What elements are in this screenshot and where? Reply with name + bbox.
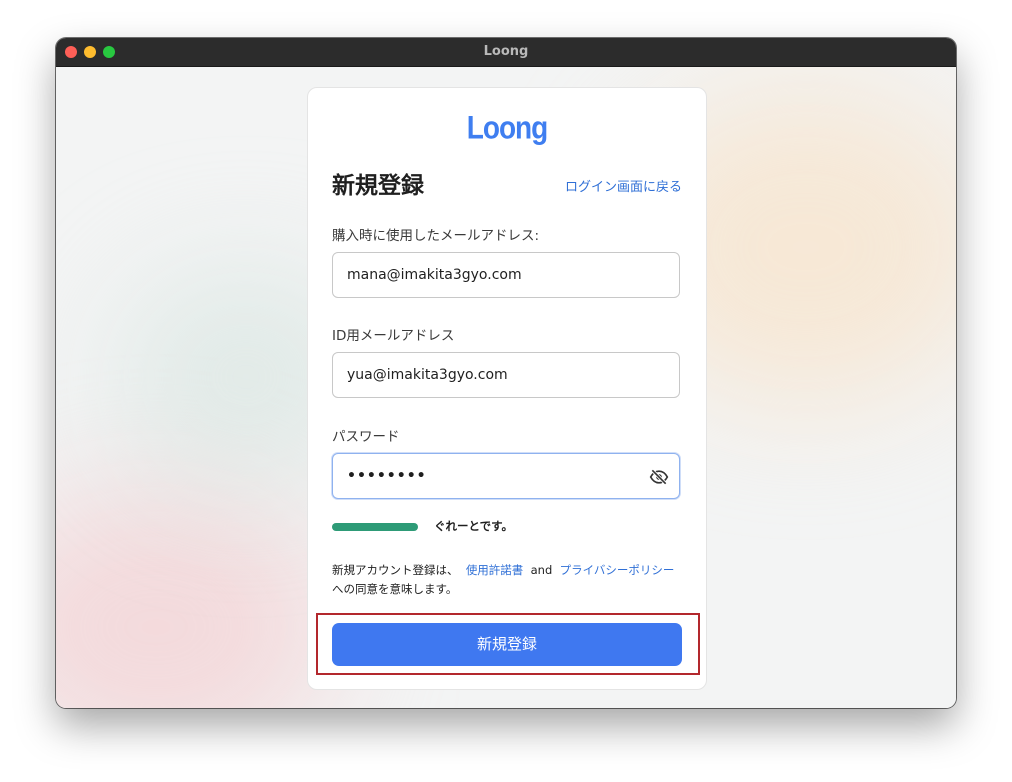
id-email-label: ID用メールアドレス <box>332 328 455 344</box>
title-bar: Loong <box>56 38 956 67</box>
password-field[interactable]: •••••••• <box>332 453 680 499</box>
privacy-policy-link[interactable]: プライバシーポリシー <box>560 563 675 577</box>
purchase-email-label: 購入時に使用したメールアドレス: <box>332 228 540 244</box>
password-strength-bar <box>332 523 418 531</box>
app-window: Loong Loong 新規登録 ログイン画面に戻る 購入時に使用したメールアド… <box>56 38 956 708</box>
terms-conjunction: and <box>530 563 553 577</box>
page-title: 新規登録 <box>332 173 424 199</box>
loong-logo: Loong <box>466 109 549 146</box>
purchase-email-field[interactable]: mana@imakita3gyo.com <box>332 252 680 298</box>
background-glow <box>56 487 336 708</box>
signup-submit-button[interactable]: 新規登録 <box>332 623 682 666</box>
password-label: パスワード <box>332 429 400 445</box>
password-masked-value: •••••••• <box>347 468 427 484</box>
signup-card: Loong 新規登録 ログイン画面に戻る 購入時に使用したメールアドレス: ma… <box>307 87 707 690</box>
terms-prefix: 新規アカウント登録は、 <box>332 563 459 577</box>
back-to-login-link[interactable]: ログイン画面に戻る <box>565 176 682 195</box>
terms-notice: 新規アカウント登録は、 使用許諾書 and プライバシーポリシー への同意を意味… <box>332 561 686 599</box>
app-content: Loong 新規登録 ログイン画面に戻る 購入時に使用したメールアドレス: ma… <box>56 67 956 708</box>
window-title: Loong <box>483 44 529 59</box>
license-agreement-link[interactable]: 使用許諾書 <box>466 563 524 577</box>
terms-suffix: への同意を意味します。 <box>332 582 458 596</box>
password-strength-text: ぐれーとです。 <box>434 519 514 533</box>
eye-off-icon[interactable] <box>649 467 669 487</box>
id-email-field[interactable]: yua@imakita3gyo.com <box>332 352 680 398</box>
